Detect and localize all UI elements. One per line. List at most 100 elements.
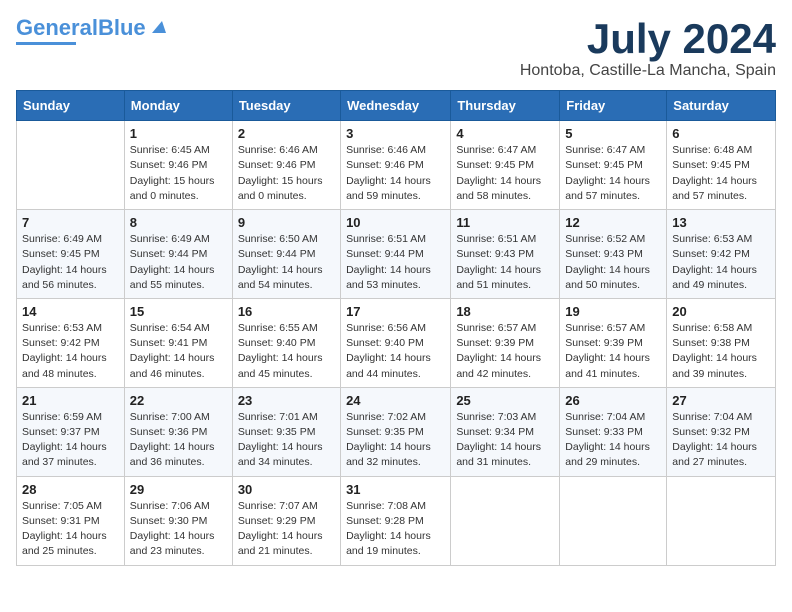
calendar-cell: 6Sunrise: 6:48 AMSunset: 9:45 PMDaylight… [667, 121, 776, 210]
cell-info: Sunrise: 7:06 AMSunset: 9:30 PMDaylight:… [130, 499, 227, 560]
day-number: 3 [346, 126, 445, 141]
calendar-cell: 4Sunrise: 6:47 AMSunset: 9:45 PMDaylight… [451, 121, 560, 210]
cell-info: Sunrise: 7:04 AMSunset: 9:33 PMDaylight:… [565, 410, 661, 471]
cell-info: Sunrise: 7:05 AMSunset: 9:31 PMDaylight:… [22, 499, 119, 560]
calendar-cell: 13 Sunrise: 6:53 AMSunset: 9:42 PMDayligh… [667, 210, 776, 299]
calendar-cell: 12 Sunrise: 6:52 AMSunset: 9:43 PMDayligh… [560, 210, 667, 299]
page-header: GeneralBlue July 2024 Hontoba, Castille-… [16, 16, 776, 80]
cell-info: Sunrise: 6:54 AMSunset: 9:41 PMDaylight:… [130, 321, 227, 382]
day-number: 8 [130, 215, 227, 230]
calendar-cell: 26 Sunrise: 7:04 AMSunset: 9:33 PMDayligh… [560, 387, 667, 476]
calendar-cell: 2 Sunrise: 6:46 AMSunset: 9:46 PMDaylight… [232, 121, 340, 210]
calendar-cell: 3Sunrise: 6:46 AMSunset: 9:46 PMDaylight… [341, 121, 451, 210]
day-header-wednesday: Wednesday [341, 91, 451, 121]
calendar-cell [451, 476, 560, 565]
day-number: 27 [672, 393, 770, 408]
cell-info: Sunrise: 6:51 AMSunset: 9:43 PMDaylight:… [456, 232, 554, 293]
day-number: 30 [238, 482, 335, 497]
calendar-cell: 24Sunrise: 7:02 AMSunset: 9:35 PMDayligh… [341, 387, 451, 476]
cell-info: Sunrise: 6:47 AMSunset: 9:45 PMDaylight:… [565, 143, 661, 204]
calendar-cell [17, 121, 125, 210]
cell-info: Sunrise: 6:46 AMSunset: 9:46 PMDaylight:… [238, 143, 335, 204]
title-section: July 2024 Hontoba, Castille-La Mancha, S… [520, 16, 776, 80]
day-number: 31 [346, 482, 445, 497]
day-number: 13 [672, 215, 770, 230]
cell-info: Sunrise: 7:03 AMSunset: 9:34 PMDaylight:… [456, 410, 554, 471]
calendar-cell: 10 Sunrise: 6:51 AMSunset: 9:44 PMDayligh… [341, 210, 451, 299]
calendar-cell: 11 Sunrise: 6:51 AMSunset: 9:43 PMDayligh… [451, 210, 560, 299]
cell-info: Sunrise: 7:08 AMSunset: 9:28 PMDaylight:… [346, 499, 445, 560]
cell-info: Sunrise: 6:59 AMSunset: 9:37 PMDaylight:… [22, 410, 119, 471]
logo: GeneralBlue [16, 16, 166, 45]
calendar-cell [560, 476, 667, 565]
calendar-cell: 30Sunrise: 7:07 AMSunset: 9:29 PMDayligh… [232, 476, 340, 565]
logo-underline [16, 42, 76, 45]
calendar-cell: 1 Sunrise: 6:45 AMSunset: 9:46 PMDaylight… [124, 121, 232, 210]
day-number: 23 [238, 393, 335, 408]
day-number: 24 [346, 393, 445, 408]
day-number: 14 [22, 304, 119, 319]
calendar-cell [667, 476, 776, 565]
cell-info: Sunrise: 6:45 AMSunset: 9:46 PMDaylight:… [130, 143, 227, 204]
day-number: 5 [565, 126, 661, 141]
day-number: 4 [456, 126, 554, 141]
day-number: 20 [672, 304, 770, 319]
day-number: 26 [565, 393, 661, 408]
week-row-1: 1 Sunrise: 6:45 AMSunset: 9:46 PMDaylight… [17, 121, 776, 210]
calendar-table: SundayMondayTuesdayWednesdayThursdayFrid… [16, 90, 776, 565]
day-header-sunday: Sunday [17, 91, 125, 121]
cell-info: Sunrise: 6:48 AMSunset: 9:45 PMDaylight:… [672, 143, 770, 204]
cell-info: Sunrise: 6:52 AMSunset: 9:43 PMDaylight:… [565, 232, 661, 293]
logo-text: GeneralBlue [16, 16, 146, 40]
calendar-cell: 19 Sunrise: 6:57 AMSunset: 9:39 PMDayligh… [560, 298, 667, 387]
day-number: 2 [238, 126, 335, 141]
day-number: 12 [565, 215, 661, 230]
day-number: 15 [130, 304, 227, 319]
cell-info: Sunrise: 6:49 AMSunset: 9:45 PMDaylight:… [22, 232, 119, 293]
week-row-2: 7 Sunrise: 6:49 AMSunset: 9:45 PMDaylight… [17, 210, 776, 299]
calendar-cell: 14 Sunrise: 6:53 AMSunset: 9:42 PMDayligh… [17, 298, 125, 387]
day-number: 9 [238, 215, 335, 230]
cell-info: Sunrise: 6:53 AMSunset: 9:42 PMDaylight:… [672, 232, 770, 293]
calendar-cell: 23 Sunrise: 7:01 AMSunset: 9:35 PMDayligh… [232, 387, 340, 476]
calendar-cell: 27Sunrise: 7:04 AMSunset: 9:32 PMDayligh… [667, 387, 776, 476]
cell-info: Sunrise: 6:55 AMSunset: 9:40 PMDaylight:… [238, 321, 335, 382]
calendar-cell: 5 Sunrise: 6:47 AMSunset: 9:45 PMDaylight… [560, 121, 667, 210]
day-header-monday: Monday [124, 91, 232, 121]
calendar-cell: 7 Sunrise: 6:49 AMSunset: 9:45 PMDaylight… [17, 210, 125, 299]
calendar-cell: 9Sunrise: 6:50 AMSunset: 9:44 PMDaylight… [232, 210, 340, 299]
calendar-cell: 28 Sunrise: 7:05 AMSunset: 9:31 PMDayligh… [17, 476, 125, 565]
logo-icon [148, 17, 166, 35]
cell-info: Sunrise: 6:57 AMSunset: 9:39 PMDaylight:… [456, 321, 554, 382]
days-of-week-row: SundayMondayTuesdayWednesdayThursdayFrid… [17, 91, 776, 121]
day-number: 1 [130, 126, 227, 141]
calendar-cell: 20Sunrise: 6:58 AMSunset: 9:38 PMDayligh… [667, 298, 776, 387]
calendar-cell: 25Sunrise: 7:03 AMSunset: 9:34 PMDayligh… [451, 387, 560, 476]
day-number: 10 [346, 215, 445, 230]
cell-info: Sunrise: 6:56 AMSunset: 9:40 PMDaylight:… [346, 321, 445, 382]
day-number: 18 [456, 304, 554, 319]
cell-info: Sunrise: 6:53 AMSunset: 9:42 PMDaylight:… [22, 321, 119, 382]
day-number: 7 [22, 215, 119, 230]
calendar-cell: 29 Sunrise: 7:06 AMSunset: 9:30 PMDayligh… [124, 476, 232, 565]
day-header-thursday: Thursday [451, 91, 560, 121]
day-number: 19 [565, 304, 661, 319]
cell-info: Sunrise: 7:01 AMSunset: 9:35 PMDaylight:… [238, 410, 335, 471]
cell-info: Sunrise: 6:51 AMSunset: 9:44 PMDaylight:… [346, 232, 445, 293]
calendar-cell: 18 Sunrise: 6:57 AMSunset: 9:39 PMDayligh… [451, 298, 560, 387]
calendar-cell: 31 Sunrise: 7:08 AMSunset: 9:28 PMDayligh… [341, 476, 451, 565]
week-row-3: 14 Sunrise: 6:53 AMSunset: 9:42 PMDayligh… [17, 298, 776, 387]
cell-info: Sunrise: 6:49 AMSunset: 9:44 PMDaylight:… [130, 232, 227, 293]
month-title: July 2024 [520, 16, 776, 62]
day-header-friday: Friday [560, 91, 667, 121]
week-row-5: 28 Sunrise: 7:05 AMSunset: 9:31 PMDayligh… [17, 476, 776, 565]
calendar-cell: 16Sunrise: 6:55 AMSunset: 9:40 PMDayligh… [232, 298, 340, 387]
day-number: 11 [456, 215, 554, 230]
day-header-tuesday: Tuesday [232, 91, 340, 121]
week-row-4: 21 Sunrise: 6:59 AMSunset: 9:37 PMDayligh… [17, 387, 776, 476]
day-number: 29 [130, 482, 227, 497]
calendar-cell: 8 Sunrise: 6:49 AMSunset: 9:44 PMDaylight… [124, 210, 232, 299]
day-number: 28 [22, 482, 119, 497]
cell-info: Sunrise: 6:57 AMSunset: 9:39 PMDaylight:… [565, 321, 661, 382]
day-number: 21 [22, 393, 119, 408]
